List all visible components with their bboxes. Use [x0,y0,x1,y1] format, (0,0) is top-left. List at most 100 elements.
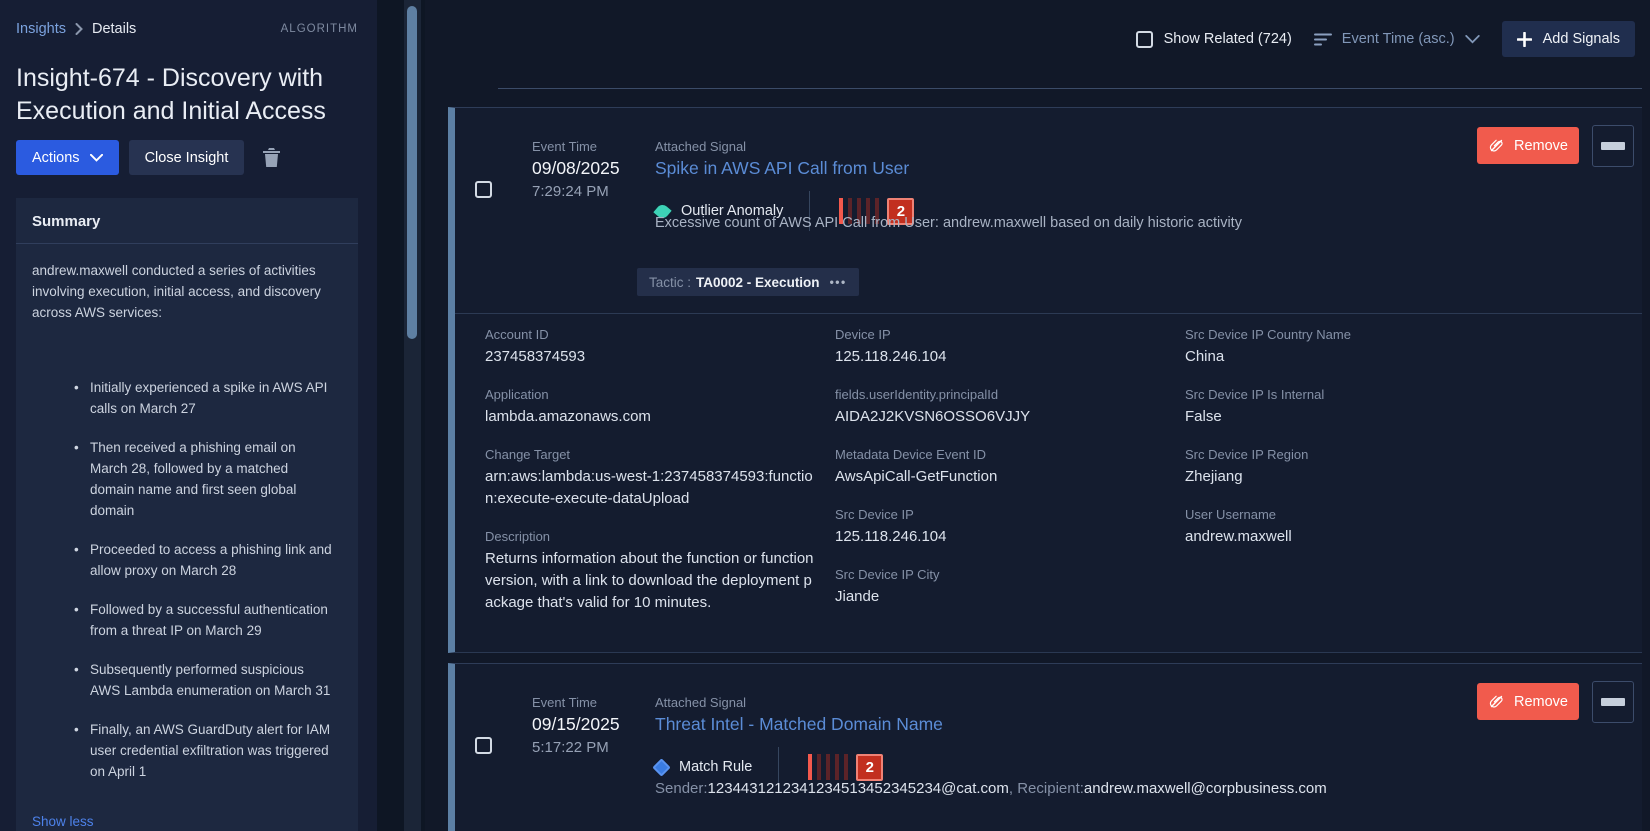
signal-head-block: Attached Signal Threat Intel - Matched D… [652,694,1615,787]
sidebar-scroll-gutter [377,0,425,831]
field-group: fields.userIdentity.principalId AIDA2J2K… [835,386,1170,428]
field-value: AwsApiCall-GetFunction [835,468,998,485]
sort-icon [1313,33,1332,46]
field-value: 125.118.246.104 [835,348,947,365]
chevron-right-icon [75,23,83,35]
event-time-block: Event Time 09/15/2025 5:17:22 PM [532,694,650,758]
field-label: Src Device IP [835,507,914,522]
add-signals-button[interactable]: Add Signals [1501,21,1635,57]
unattach-icon [1488,137,1505,154]
field-value: Zhejiang [1185,468,1243,485]
field-value: andrew.maxwell [1185,528,1292,545]
close-insight-button[interactable]: Close Insight [128,140,245,175]
recipient-label: Recipient: [1017,780,1084,797]
summary-bullet: Finally, an AWS GuardDuty alert for IAM … [74,719,336,782]
actions-button-label: Actions [32,149,80,166]
sender-recipient-line: Sender:1234431212341234513452345234@cat.… [655,780,1327,797]
scrollbar-thumb[interactable] [407,6,417,339]
collapse-signal-button[interactable] [1592,125,1634,167]
field-value: 237458374593 [485,348,586,365]
event-date: 09/15/2025 [532,714,620,734]
field-group: Metadata Device Event ID AwsApiCall-GetF… [835,446,1170,488]
page-title: Insight-674 - Discovery with Execution a… [16,64,326,125]
close-insight-label: Close Insight [144,149,229,166]
scrollbar-track[interactable] [404,0,421,831]
signal-fields-column: Src Device IP Country Name China Src Dev… [1185,326,1520,566]
chevron-down-icon [1464,34,1480,44]
algorithm-label: ALGORITHM [280,23,358,35]
tactic-chip: Tactic : TA0002 - Execution ••• [637,268,859,296]
field-label: Src Device IP Country Name [1185,327,1351,342]
field-group: Application lambda.amazonaws.com [485,386,820,428]
attached-signal-label: Attached Signal [655,139,747,154]
field-value: False [1185,408,1222,425]
sort-control[interactable]: Event Time (asc.) [1313,31,1480,47]
tactic-value: TA0002 - Execution [696,274,820,290]
remove-signal-button[interactable]: Remove [1477,127,1579,164]
event-time-block: Event Time 09/08/2025 7:29:24 PM [532,138,650,202]
summary-bullet: Subsequently performed suspicious AWS La… [74,659,336,701]
recipient-value: andrew.maxwell@corpbusiness.com [1083,780,1327,797]
summary-bullet-list: Initially experienced a spike in AWS API… [32,377,342,782]
field-label: Src Device IP Is Internal [1185,387,1325,402]
unattach-icon [1488,693,1505,710]
signal-checkbox[interactable] [475,737,492,754]
field-label: Src Device IP Region [1185,447,1309,462]
signal-category-label: Match Rule [679,759,753,775]
insight-actions-row: Actions Close Insight [16,140,285,175]
remove-label: Remove [1514,693,1568,710]
severity-bars [808,754,849,780]
plus-icon [1516,31,1532,47]
event-date: 09/08/2025 [532,158,620,178]
remove-label: Remove [1514,137,1568,154]
breadcrumb-insights-link[interactable]: Insights [16,21,66,37]
field-value: Returns information about the function o… [485,550,814,611]
field-group: Change Target arn:aws:lambda:us-west-1:2… [485,446,820,510]
field-value: arn:aws:lambda:us-west-1:237458374593:fu… [485,468,813,507]
field-label: Account ID [485,327,549,342]
field-value: 125.118.246.104 [835,528,947,545]
main-content: Show Related (724) Event Time (asc.) Add… [425,0,1650,831]
signals-toolbar: Show Related (724) Event Time (asc.) Add… [1135,21,1635,57]
summary-intro: andrew.maxwell conducted a series of act… [32,263,321,320]
more-icon[interactable]: ••• [830,275,847,289]
field-value: China [1185,348,1225,365]
field-label: Src Device IP City [835,567,940,582]
field-label: fields.userIdentity.principalId [835,387,999,402]
signal-title-link[interactable]: Threat Intel - Matched Domain Name [655,712,943,736]
signal-fields-column: Device IP 125.118.246.104 fields.userIde… [835,326,1170,626]
field-label: Description [485,529,551,544]
collapse-signal-button[interactable] [1592,681,1634,723]
signal-checkbox[interactable] [475,181,492,198]
toolbar-divider [498,88,1642,89]
field-label: Application [485,387,549,402]
summary-bullet: Initially experienced a spike in AWS API… [74,377,336,419]
delete-insight-button[interactable] [258,147,285,168]
field-group: Device IP 125.118.246.104 [835,326,1170,368]
add-signals-label: Add Signals [1542,31,1620,47]
show-less-link[interactable]: Show less [32,814,94,829]
field-group: Src Device IP 125.118.246.104 [835,506,1170,548]
summary-bullet: Followed by a successful authentication … [74,599,336,641]
summary-bullet: Then received a phishing email on March … [74,437,336,521]
field-group: Description Returns information about th… [485,528,820,614]
chevron-down-icon [89,153,103,162]
signal-title-link[interactable]: Spike in AWS API Call from User [655,156,909,180]
summary-header: Summary [16,198,358,244]
field-value: lambda.amazonaws.com [485,408,651,425]
show-related-control[interactable]: Show Related (724) [1135,30,1292,48]
summary-body: andrew.maxwell conducted a series of act… [16,244,358,831]
field-label: Device IP [835,327,891,342]
sender-value: 1234431212341234513452345234@cat.com [707,780,1009,797]
breadcrumb: Insights Details [16,21,136,37]
signal-card: Event Time 09/15/2025 5:17:22 PM Attache… [448,663,1642,831]
show-related-label: Show Related (724) [1163,31,1292,47]
summary-bullet: Proceeded to access a phishing link and … [74,539,336,581]
field-label: User Username [1185,507,1277,522]
minus-icon [1601,142,1625,150]
field-label: Change Target [485,447,571,462]
show-related-checkbox[interactable] [1135,30,1153,48]
actions-button[interactable]: Actions [16,140,119,175]
separator: , [1008,780,1014,797]
remove-signal-button[interactable]: Remove [1477,683,1579,720]
